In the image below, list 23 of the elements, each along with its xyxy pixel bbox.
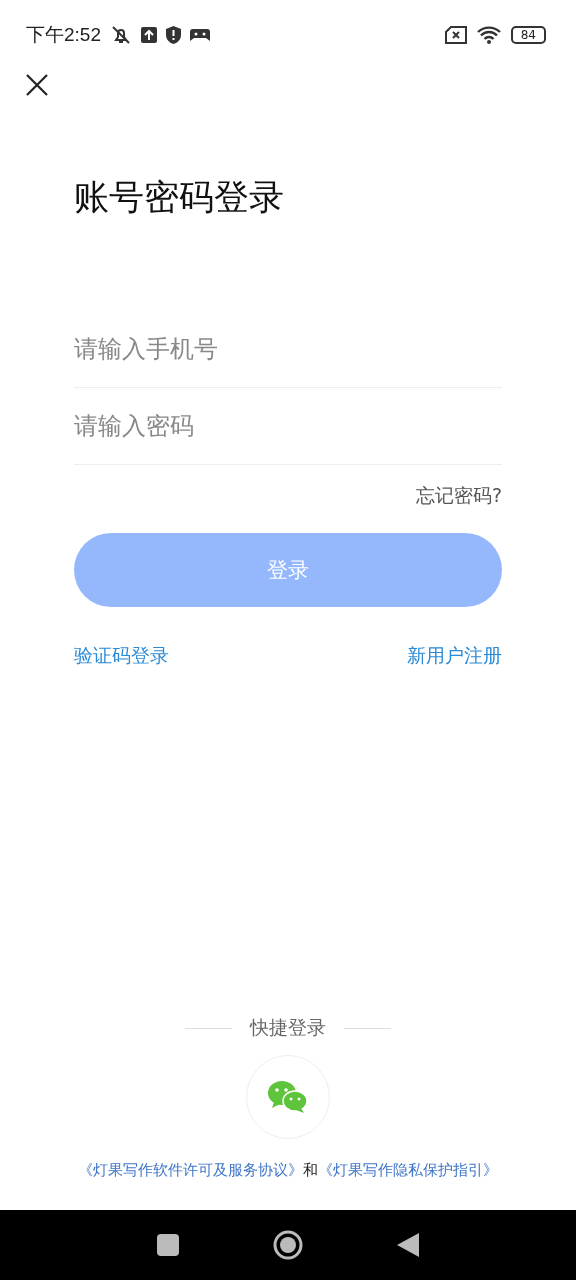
input-field[interactable]: 请输入手机号 [74,311,502,388]
shield-icon [166,26,181,44]
upload-icon [141,27,157,43]
agreement-link[interactable]: 《灯果写作隐私保护指引》 [318,1161,498,1179]
link[interactable]: 验证码登录 [74,643,169,669]
chat-bubbles-icon [267,1080,309,1114]
agreement-text: 《灯果写作软件许可及服务协议》和《灯果写作隐私保护指引》 [78,1161,498,1180]
status-time: 下午2:52 [26,23,101,47]
sim-icon [444,26,467,44]
close-icon[interactable] [26,74,48,96]
page-title: 账号密码登录 [74,176,285,219]
home-icon[interactable] [273,1230,303,1260]
agreement-link[interactable]: 《灯果写作软件许可及服务协议》 [78,1161,303,1179]
mute-icon [110,25,132,45]
link[interactable]: 新用户注册 [407,643,502,669]
wifi-icon [475,25,502,45]
input-field[interactable]: 请输入密码 [74,388,502,465]
gamepad-icon [190,27,210,43]
quick-login-label: 快捷登录 [250,1015,326,1040]
battery-indicator: 84 [510,26,546,44]
square-icon[interactable] [157,1234,179,1256]
forgot-password-link[interactable]: 忘记密码? [415,483,502,509]
back-icon[interactable] [397,1233,419,1257]
